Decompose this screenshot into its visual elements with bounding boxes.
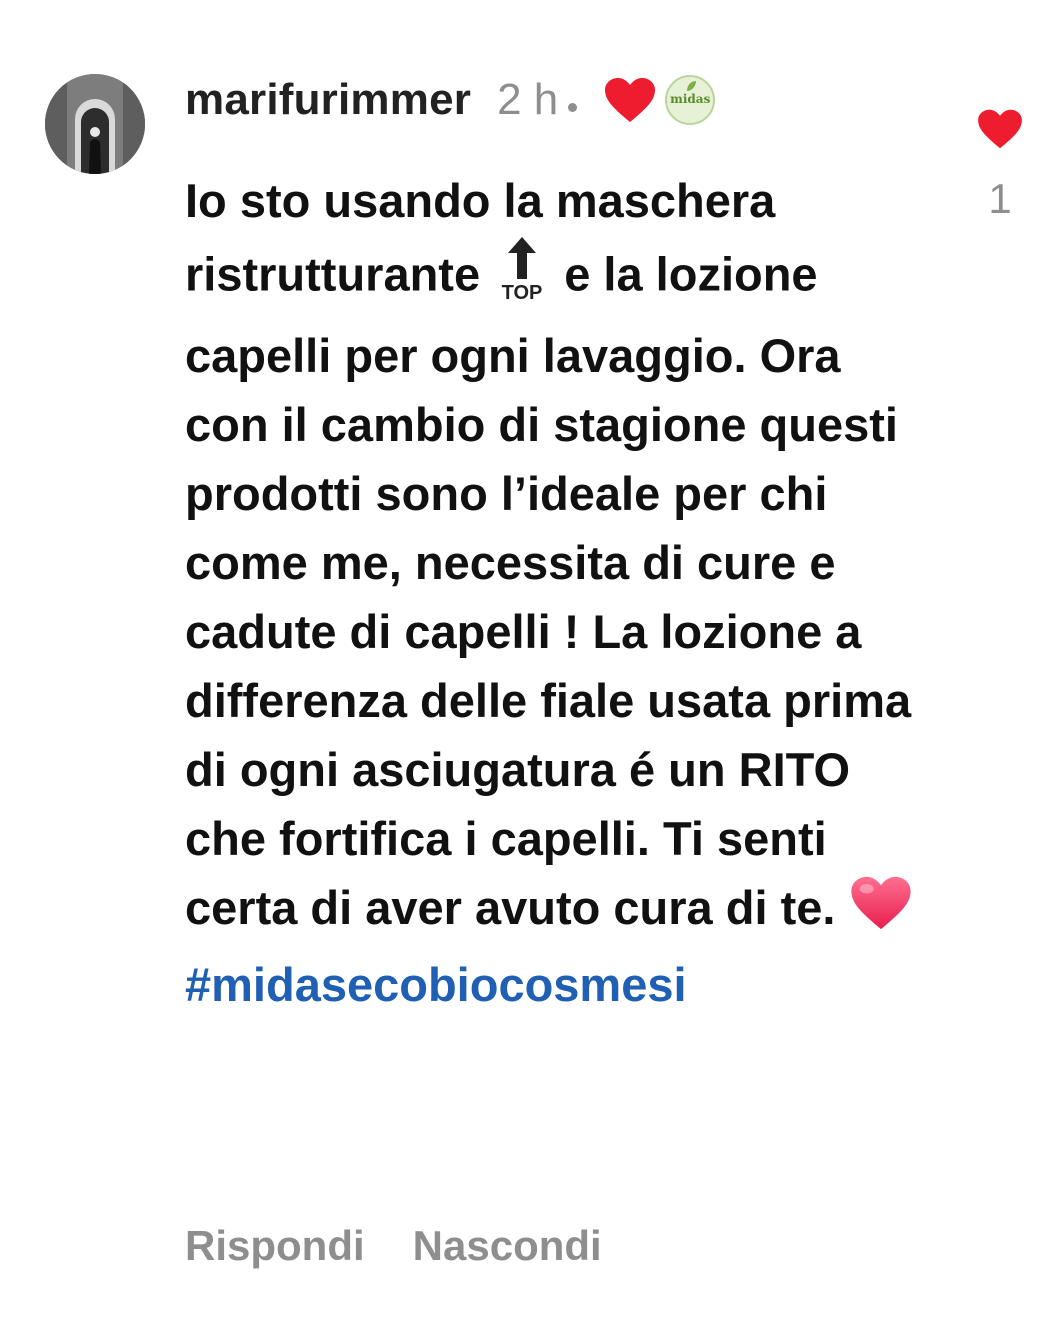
comment-body: Io sto usando la maschera ristrutturante…: [185, 166, 925, 1019]
hashtag-link[interactable]: #midasecobiocosmesi: [185, 950, 925, 1019]
reply-button[interactable]: Rispondi: [185, 1222, 365, 1270]
avatar-image: [45, 74, 145, 174]
creator-logo-text: midas: [670, 92, 711, 106]
timestamp: 2 h: [497, 75, 559, 124]
comment-text-part2: e la lozione capelli per ogni lavaggio. …: [185, 247, 912, 934]
comment-actions: Rispondi Nascondi: [185, 1222, 602, 1270]
hide-button[interactable]: Nascondi: [413, 1222, 602, 1270]
red-heart-icon: [605, 78, 656, 122]
top-arrow-emoji: TOP: [493, 235, 551, 321]
separator-dot: [568, 102, 578, 112]
pink-heart-emoji: [849, 874, 913, 950]
like-column: 1: [970, 108, 1030, 223]
username[interactable]: marifurimmer: [185, 75, 471, 125]
like-count[interactable]: 1: [970, 175, 1030, 223]
comment-text: Io sto usando la maschera ristrutturante…: [185, 166, 925, 950]
avatar[interactable]: [45, 74, 145, 174]
leaf-icon: [687, 81, 697, 91]
creator-badge: midas: [665, 75, 716, 125]
like-heart-icon[interactable]: [976, 108, 1024, 150]
top-emoji-label: TOP: [502, 282, 543, 303]
comment-header: marifurimmer 2 h midas: [185, 70, 716, 130]
